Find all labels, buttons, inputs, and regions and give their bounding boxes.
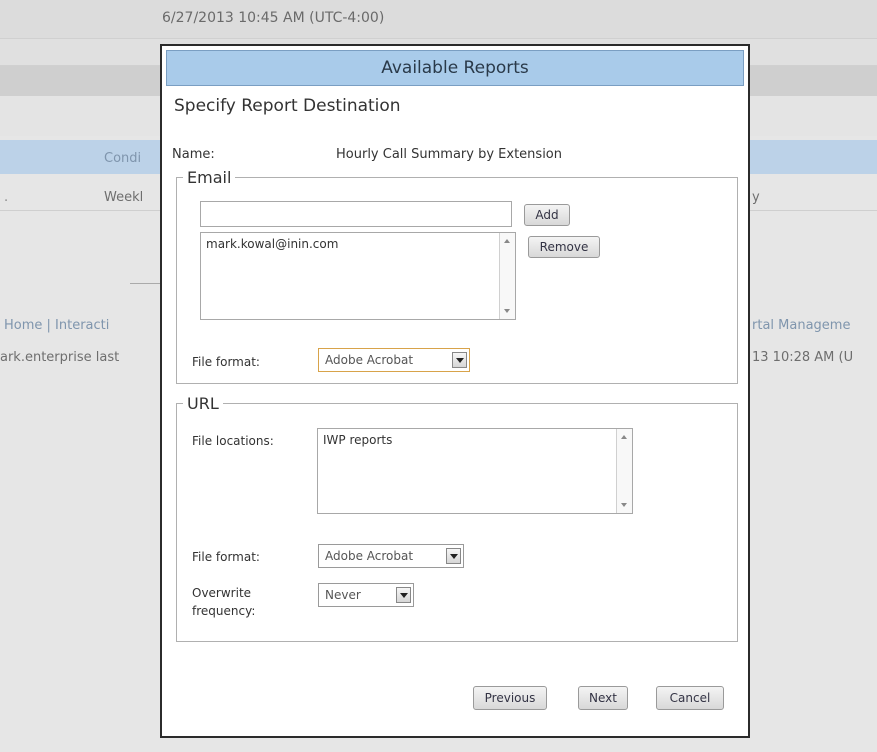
email-file-format-select[interactable]: Adobe Acrobat bbox=[318, 348, 470, 372]
chevron-down-icon[interactable] bbox=[396, 587, 411, 603]
background-row-label: Weekl bbox=[104, 190, 144, 205]
dialog-title[interactable]: Available Reports bbox=[166, 50, 744, 86]
url-legend: URL bbox=[187, 394, 219, 413]
email-list-item[interactable]: mark.kowal@inin.com bbox=[206, 237, 338, 251]
file-locations-list[interactable]: IWP reports bbox=[317, 428, 633, 514]
file-locations-label: File locations: bbox=[192, 434, 274, 448]
email-legend: Email bbox=[187, 168, 232, 187]
background-column-label: Condi bbox=[104, 151, 142, 166]
next-button[interactable]: Next bbox=[578, 686, 628, 710]
email-list[interactable]: mark.kowal@inin.com bbox=[200, 232, 516, 320]
cancel-button[interactable]: Cancel bbox=[656, 686, 724, 710]
overwrite-frequency-select[interactable]: Never bbox=[318, 583, 414, 607]
background-nav-links: rtal Manageme bbox=[752, 318, 851, 333]
background-row-fragment: . bbox=[4, 190, 9, 205]
previous-button[interactable]: Previous bbox=[473, 686, 547, 710]
email-list-scrollbar[interactable] bbox=[499, 233, 515, 319]
chevron-down-icon[interactable] bbox=[452, 352, 467, 368]
overwrite-frequency-value: Never bbox=[325, 588, 361, 602]
scroll-down-icon[interactable] bbox=[504, 309, 510, 313]
file-location-item[interactable]: IWP reports bbox=[323, 433, 392, 447]
report-name-label: Name: bbox=[172, 147, 215, 162]
chevron-down-icon[interactable] bbox=[446, 548, 461, 564]
email-file-format-label: File format: bbox=[192, 355, 260, 369]
dialog-subtitle: Specify Report Destination bbox=[174, 96, 401, 116]
url-file-format-value: Adobe Acrobat bbox=[325, 549, 414, 563]
file-locations-scrollbar[interactable] bbox=[616, 429, 632, 513]
background-nav-links: Home | Interacti bbox=[4, 318, 110, 333]
scroll-down-icon[interactable] bbox=[621, 503, 627, 507]
scroll-up-icon[interactable] bbox=[621, 435, 627, 439]
scroll-up-icon[interactable] bbox=[504, 239, 510, 243]
email-file-format-value: Adobe Acrobat bbox=[325, 353, 414, 367]
email-input[interactable] bbox=[200, 201, 512, 227]
available-reports-dialog: Available Reports Specify Report Destina… bbox=[160, 44, 750, 738]
remove-button[interactable]: Remove bbox=[528, 236, 600, 258]
overwrite-frequency-label: Overwrite frequency: bbox=[192, 586, 256, 618]
url-file-format-select[interactable]: Adobe Acrobat bbox=[318, 544, 464, 568]
add-button[interactable]: Add bbox=[524, 204, 570, 226]
background-row-fragment: y bbox=[752, 190, 760, 205]
background-user-info: 13 10:28 AM (U bbox=[752, 350, 854, 365]
url-file-format-label: File format: bbox=[192, 550, 260, 564]
report-name-value: Hourly Call Summary by Extension bbox=[336, 147, 563, 162]
background-user-info: ark.enterprise last bbox=[0, 350, 120, 365]
background-timestamp: 6/27/2013 10:45 AM (UTC-4:00) bbox=[162, 10, 385, 26]
background-header-bar bbox=[0, 0, 877, 38]
